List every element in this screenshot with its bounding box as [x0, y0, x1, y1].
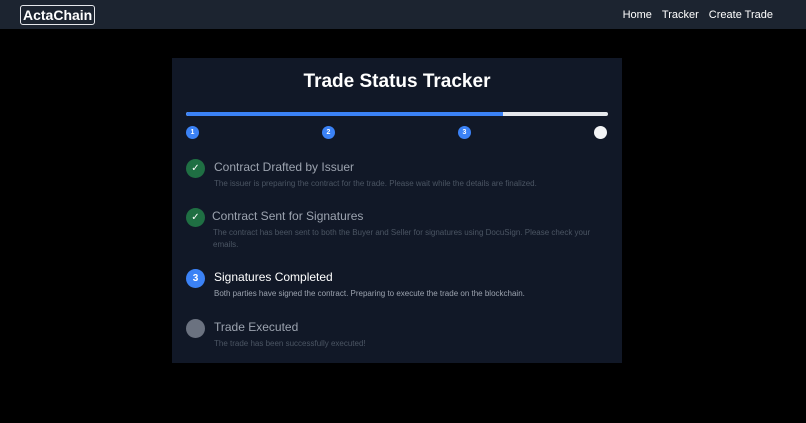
nav-link-home[interactable]: Home — [623, 9, 652, 21]
logo[interactable]: ActaChain — [20, 4, 96, 25]
step-dot-2: 2 — [322, 126, 335, 139]
trade-status-card: Trade Status Tracker 1 2 3 4 ✓ Contract … — [172, 58, 622, 363]
status-step-description: Both parties have signed the contract. P… — [214, 289, 525, 298]
progress-bar — [186, 112, 608, 116]
status-step-title: Contract Sent for Signatures — [212, 209, 364, 223]
step-dot-3: 3 — [458, 126, 471, 139]
check-icon: ✓ — [186, 208, 205, 227]
status-step-description: The trade has been successfully executed… — [214, 339, 366, 348]
step-dot-4: 4 — [594, 126, 607, 139]
step-dot-1: 1 — [186, 126, 199, 139]
nav-link-create-trade[interactable]: Create Trade — [709, 9, 773, 21]
page-title: Trade Status Tracker — [303, 71, 491, 92]
status-step-title: Trade Executed — [214, 320, 299, 334]
check-icon: ✓ — [186, 159, 205, 178]
status-step-description: The issuer is preparing the contract for… — [214, 179, 537, 188]
nav-links: Home Tracker Create Trade — [623, 9, 773, 21]
navbar: ActaChain Home Tracker Create Trade — [0, 0, 806, 29]
pending-circle-icon — [186, 319, 205, 338]
status-step-title: Contract Drafted by Issuer — [214, 160, 355, 174]
progress-bar-fill — [186, 112, 503, 116]
status-step-description: The contract has been sent to both the B… — [213, 228, 591, 249]
step-number-badge: 3 — [186, 269, 205, 288]
status-step-title: Signatures Completed — [214, 270, 333, 284]
nav-link-tracker[interactable]: Tracker — [662, 9, 699, 21]
